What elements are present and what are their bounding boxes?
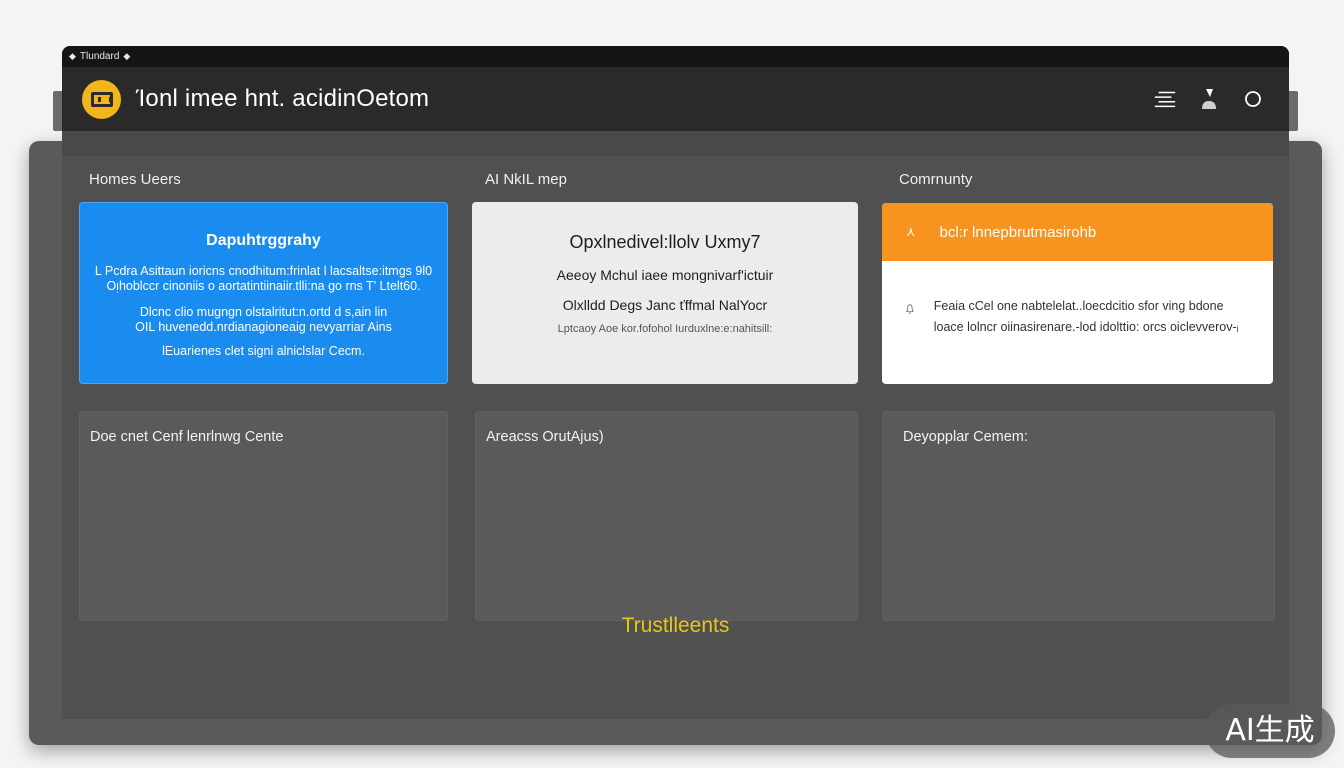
app-window: ◆ Tlundard ◆ Ίοnl imee hnt. acidinOetom xyxy=(62,46,1289,719)
card-white-line: Aeeoy Mchul iaee mongnivarf'ictuir xyxy=(556,267,774,283)
circle-icon xyxy=(1245,91,1261,107)
panel-title: Deyopplar Cemem: xyxy=(903,429,1028,445)
logo-glyph-icon xyxy=(90,91,113,107)
app-logo[interactable] xyxy=(82,79,121,119)
card-blue-body: L Pcdra Asittaun ioricns cnodhitum:frinl… xyxy=(80,264,447,359)
status-bar: ◆ Tlundard ◆ xyxy=(62,46,1289,67)
card-blue-line: Oᴉhoblccr cinoniis o aortatintiinaiir.tl… xyxy=(106,279,421,293)
user-icon xyxy=(1202,89,1216,109)
ai-generated-watermark: AI生成 xyxy=(1205,704,1335,758)
column-label-right: Comrnunty xyxy=(899,171,973,188)
panel-right[interactable]: Deyopplar Cemem: xyxy=(882,411,1275,621)
app-header: Ίοnl imee hnt. acidinOetom xyxy=(62,67,1289,131)
card-blue-line: L Pcdra Asittaun ioricns cnodhitum:frinl… xyxy=(94,264,433,278)
app-title: Ίοnl imee hnt. acidinOetom xyxy=(136,85,430,112)
card-orange-header: ⋏ bcl:r lnnepbrutmasirohb xyxy=(882,203,1273,261)
footer-link[interactable]: Trustlleents xyxy=(62,614,1289,638)
diamond-icon: ◆ xyxy=(123,51,131,61)
column-label-middle: AI NkIL mep xyxy=(485,171,567,188)
panel-middle[interactable]: Areacss OrutAjus) xyxy=(475,411,858,621)
diamond-icon: ◆ xyxy=(69,51,76,61)
card-white-line: Olxlldd Degs Janc ťffmal NalYocr xyxy=(562,297,768,313)
card-orange-text: Feaia cCel one nabtelelat..loecdcitio sf… xyxy=(933,299,1239,334)
menu-button[interactable] xyxy=(1153,87,1177,111)
column-label-left: Homes Ueers xyxy=(89,171,181,188)
card-white-small-text: Lptcaoy Aoe kor.fofohol Iurduxlne:e:nahi… xyxy=(557,323,773,335)
profile-button[interactable] xyxy=(1241,87,1265,111)
card-blue-line: Dlcnc clio mugngn olstalritut:n.ortd d s… xyxy=(139,305,388,319)
card-blue[interactable]: Dapuhtrggrahy L Pcdra Asittaun ioricns c… xyxy=(79,202,448,384)
panel-title: Doe cnet Cenf lenrlnwg Cente xyxy=(90,429,284,445)
status-text: Tlundard xyxy=(79,51,120,62)
card-white[interactable]: Opxlnedivel:llolv Uxmy7 Aeeoy Mchul iaee… xyxy=(472,202,858,384)
user-button[interactable] xyxy=(1197,87,1221,111)
card-blue-line: OIL huvenedd.nrdianagioneaig nevyarriar … xyxy=(135,320,392,334)
card-blue-line: lEuarienes clet signi alniclslar Cecm. xyxy=(162,344,365,358)
card-orange-body: Feaia cCel one nabtelelat..loecdcitio sf… xyxy=(882,261,1273,338)
hamburger-menu-icon xyxy=(1154,91,1176,108)
panel-title: Areacss OrutAjus) xyxy=(486,429,604,445)
card-white-title: Opxlnedivel:llolv Uxmy7 xyxy=(569,232,761,252)
bell-icon xyxy=(906,304,914,314)
card-orange[interactable]: ⋏ bcl:r lnnepbrutmasirohb Feaia cCel one… xyxy=(882,203,1273,384)
card-blue-title: Dapuhtrggrahy xyxy=(206,232,321,249)
caret-up-icon: ⋏ xyxy=(906,224,916,239)
panel-left[interactable]: Doe cnet Cenf lenrlnwg Cente xyxy=(79,411,448,621)
header-actions xyxy=(1153,67,1265,131)
card-orange-title: bcl:r lnnepbrutmasirohb xyxy=(939,223,1097,241)
